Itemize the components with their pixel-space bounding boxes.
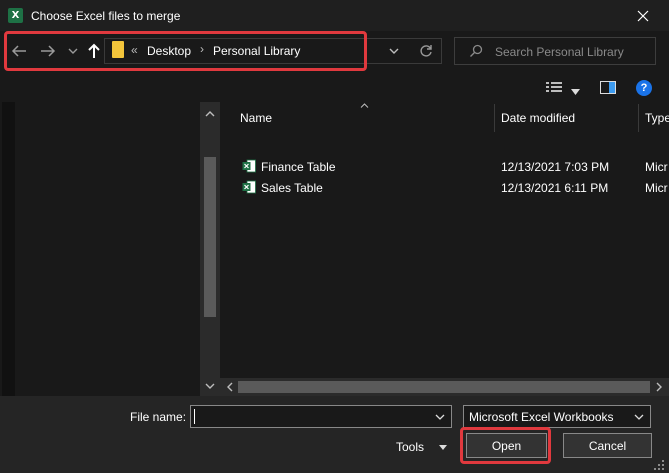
file-type: Micr: [645, 181, 668, 195]
excel-file-icon: [242, 180, 256, 194]
scroll-down-icon[interactable]: [205, 383, 215, 390]
horizontal-scrollbar[interactable]: [220, 378, 669, 396]
file-type-select[interactable]: Microsoft Excel Workbooks: [463, 405, 651, 428]
file-name: Sales Table: [261, 181, 323, 195]
column-header-name[interactable]: Name: [240, 111, 272, 125]
file-type: Micr: [645, 160, 668, 174]
refresh-button[interactable]: [415, 40, 437, 62]
chevron-down-icon[interactable]: [435, 414, 445, 421]
search-icon: [470, 44, 483, 57]
column-divider[interactable]: [494, 104, 495, 132]
address-highlight-box: [4, 31, 367, 71]
help-button[interactable]: ?: [636, 80, 652, 96]
scroll-right-icon[interactable]: [656, 382, 663, 392]
navigation-pane[interactable]: [15, 102, 200, 396]
list-view-icon: [546, 82, 562, 92]
tools-menu[interactable]: Tools: [396, 440, 424, 454]
file-list[interactable]: Name Date modified Type Finance Table 12…: [220, 102, 669, 396]
scroll-left-icon[interactable]: [226, 382, 233, 392]
toolbar: ?: [0, 72, 669, 102]
left-edge-pane: [2, 102, 15, 396]
close-icon: [637, 10, 649, 22]
file-row-sales-table[interactable]: Sales Table 12/13/2021 6:11 PM Micr: [220, 177, 669, 197]
refresh-icon: [420, 45, 432, 57]
preview-pane-button[interactable]: [600, 81, 616, 97]
vertical-scrollbar[interactable]: [200, 102, 220, 396]
navigation-bar: « Desktop › Personal Library Search Pers…: [0, 31, 669, 72]
excel-file-icon: [242, 159, 256, 173]
open-highlight-box: [460, 427, 551, 464]
file-type-selected: Microsoft Excel Workbooks: [469, 410, 614, 424]
cancel-button[interactable]: Cancel: [563, 433, 652, 458]
search-placeholder: Search Personal Library: [495, 45, 624, 59]
search-box[interactable]: Search Personal Library: [454, 37, 656, 65]
window-title: Choose Excel files to merge: [31, 9, 181, 23]
resize-grip-icon[interactable]: [652, 458, 666, 472]
text-caret: [194, 409, 195, 424]
column-header-date-modified[interactable]: Date modified: [501, 111, 575, 125]
view-options-dropdown[interactable]: [571, 84, 580, 98]
column-header-type[interactable]: Type: [645, 111, 669, 125]
file-name-label: File name:: [130, 410, 187, 424]
sort-ascending-icon: [360, 103, 369, 108]
view-options-button[interactable]: [546, 81, 562, 96]
vertical-scroll-thumb[interactable]: [204, 157, 216, 317]
caret-down-icon: [571, 89, 580, 95]
file-date: 12/13/2021 7:03 PM: [501, 160, 610, 174]
chevron-down-icon: [634, 414, 644, 420]
close-button[interactable]: [632, 6, 654, 26]
title-bar: X Choose Excel files to merge: [0, 0, 669, 31]
excel-app-icon: X: [8, 8, 23, 23]
chevron-down-icon: [389, 48, 399, 54]
scroll-up-icon[interactable]: [205, 110, 215, 117]
column-divider[interactable]: [638, 104, 639, 132]
address-history-button[interactable]: [383, 40, 405, 62]
file-row-finance-table[interactable]: Finance Table 12/13/2021 7:03 PM Micr: [220, 156, 669, 176]
bottom-panel: File name: Microsoft Excel Workbooks Too…: [0, 396, 669, 473]
file-date: 12/13/2021 6:11 PM: [501, 181, 609, 195]
caret-down-icon[interactable]: [439, 445, 447, 450]
file-name: Finance Table: [261, 160, 336, 174]
preview-pane-icon: [600, 81, 616, 94]
horizontal-scroll-thumb[interactable]: [238, 381, 650, 393]
file-name-input[interactable]: [190, 405, 452, 428]
